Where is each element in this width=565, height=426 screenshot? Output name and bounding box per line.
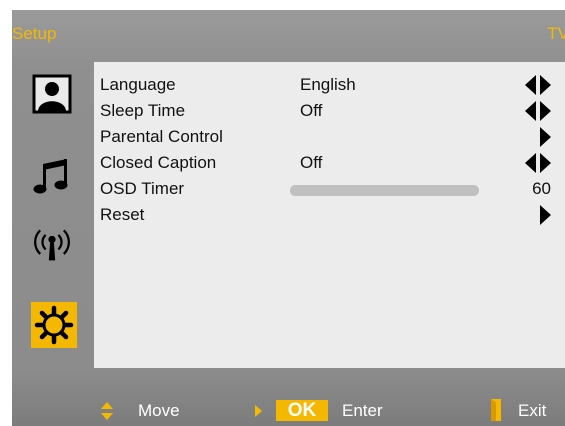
move-label: Move — [138, 401, 180, 420]
picture-icon — [32, 74, 72, 114]
source-label: TV — [547, 24, 565, 43]
arrow-right-icon[interactable] — [540, 101, 551, 121]
menu-item-osd-timer[interactable]: OSD Timer 60 — [94, 176, 565, 202]
menu-item-value: English — [300, 75, 356, 94]
arrow-left-icon[interactable] — [525, 153, 536, 173]
menu-item-label: Language — [100, 75, 176, 94]
enter-label: Enter — [342, 401, 383, 420]
slider-value: 60 — [532, 179, 551, 198]
sidebar-item-channel[interactable] — [32, 224, 72, 264]
arrow-right-icon[interactable] — [540, 205, 551, 225]
menu-item-value: Off — [300, 153, 323, 172]
footer-hints: Move OK Enter Exit — [12, 396, 565, 426]
exit-label: Exit — [518, 401, 547, 420]
menu-item-parental-control[interactable]: Parental Control — [94, 124, 565, 150]
sidebar-item-setup[interactable] — [31, 302, 77, 348]
arrow-right-icon[interactable] — [540, 153, 551, 173]
osd-menu: Setup TV Language English Sleep Time Off… — [12, 10, 565, 426]
menu-item-label: Parental Control — [100, 127, 223, 146]
slider-fill — [290, 185, 479, 196]
arrow-left-icon[interactable] — [525, 75, 536, 95]
antenna-icon — [34, 229, 70, 261]
settings-panel: Language English Sleep Time Off Parental… — [94, 62, 565, 368]
menu-item-label: OSD Timer — [100, 179, 185, 198]
menu-item-label: Reset — [100, 205, 145, 224]
menu-title: Setup — [12, 24, 57, 43]
osd-timer-slider[interactable] — [290, 185, 479, 196]
arrow-right-icon[interactable] — [540, 127, 551, 147]
menu-item-label: Closed Caption — [100, 153, 217, 172]
menu-item-language[interactable]: Language English — [94, 72, 565, 98]
menu-item-label: Sleep Time — [100, 101, 186, 120]
arrow-left-icon[interactable] — [525, 101, 536, 121]
menu-item-value: Off — [300, 101, 323, 120]
exit-door-icon — [491, 399, 501, 421]
menu-item-closed-caption[interactable]: Closed Caption Off — [94, 150, 565, 176]
menu-item-reset[interactable]: Reset — [94, 202, 565, 228]
sidebar-item-audio[interactable] — [32, 156, 72, 196]
up-down-arrow-icon — [101, 402, 113, 420]
enter-arrow-icon — [255, 405, 262, 417]
arrow-right-icon[interactable] — [540, 75, 551, 95]
ok-badge: OK — [276, 400, 328, 421]
menu-item-sleep-time[interactable]: Sleep Time Off — [94, 98, 565, 124]
gear-icon — [34, 305, 74, 345]
music-note-icon — [33, 159, 68, 194]
sidebar-item-picture[interactable] — [32, 74, 72, 114]
